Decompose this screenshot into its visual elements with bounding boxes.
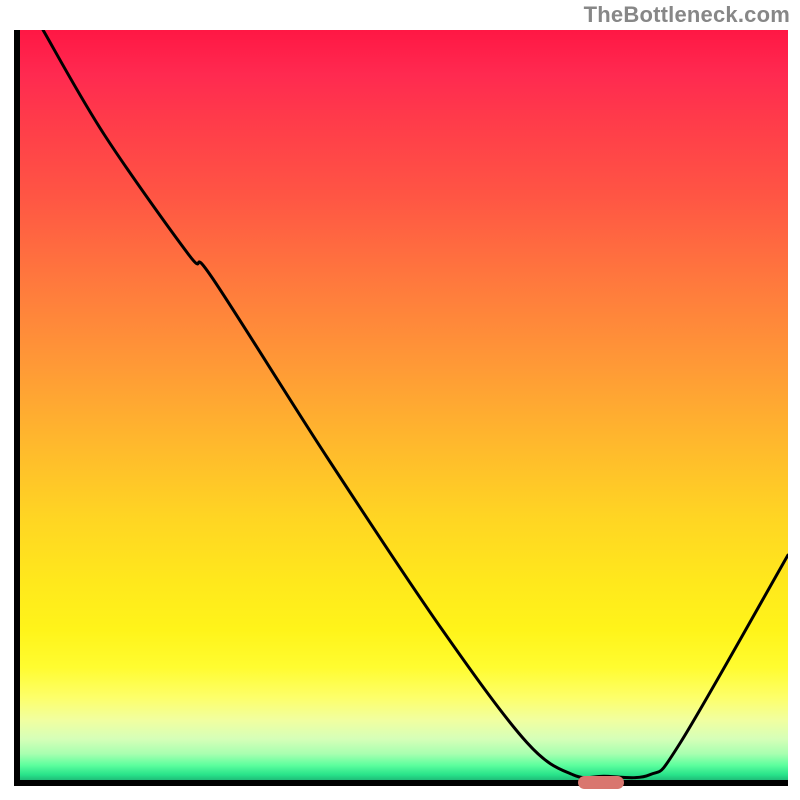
optimum-indicator xyxy=(578,776,624,789)
plot-area xyxy=(14,30,788,786)
gradient-background xyxy=(20,30,788,780)
watermark-text: TheBottleneck.com xyxy=(584,2,790,28)
